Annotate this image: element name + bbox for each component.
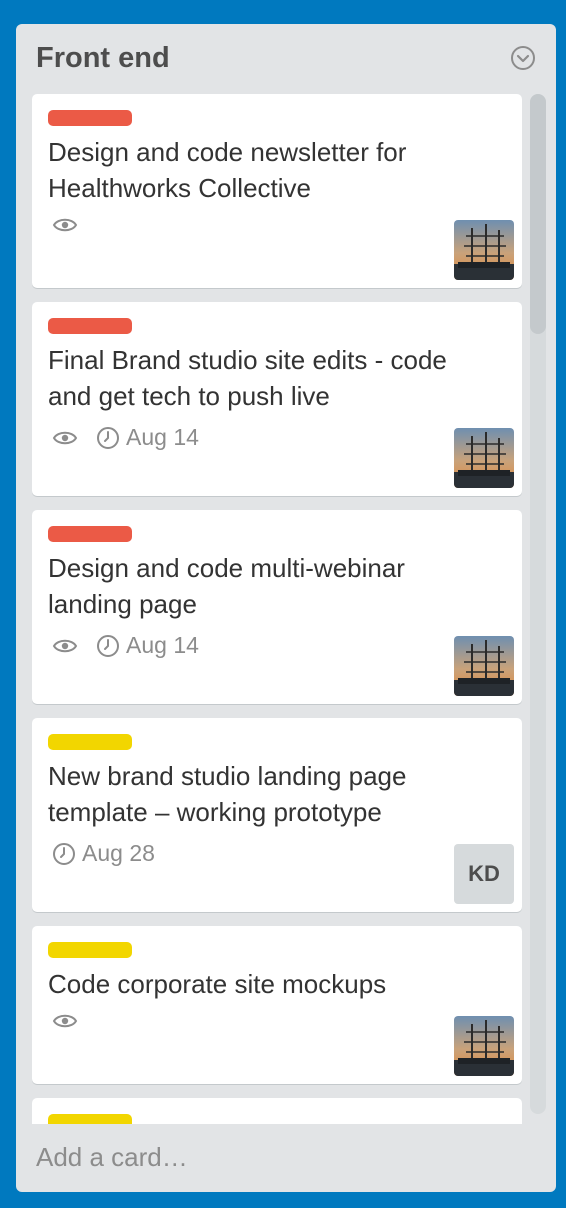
card-badges: Aug 14: [52, 424, 217, 451]
card[interactable]: New brand studio landing page template – …: [32, 718, 522, 912]
card[interactable]: Design and code newsletter for Healthwork…: [32, 94, 522, 288]
card-title-line: Healthworks Collective: [48, 173, 311, 203]
card-title-line: Design and code multi-webinar: [48, 553, 405, 583]
card-badges: [52, 1012, 96, 1030]
card-title-line: and get tech to push live: [48, 381, 330, 411]
card[interactable]: Final Brand studio site edits - code and …: [32, 302, 522, 496]
card-label: [48, 526, 132, 542]
card-title-line: New brand studio landing page: [48, 761, 407, 791]
card-title: Design and code multi-webinar landing pag…: [48, 550, 478, 622]
member-avatar[interactable]: KD: [454, 844, 514, 904]
card-title-line: landing page: [48, 589, 197, 619]
eye-icon: [52, 216, 78, 234]
due-date-badge: Aug 14: [96, 424, 199, 451]
card-label: [48, 1114, 132, 1124]
card[interactable]: [32, 1098, 522, 1124]
clock-icon: [96, 634, 120, 658]
list-front-end: Front end Design and code newsletter for…: [16, 24, 556, 1192]
clock-icon: [52, 842, 76, 866]
eye-icon: [52, 637, 78, 655]
eye-icon: [52, 429, 78, 447]
card-badges: Aug 14: [52, 632, 217, 659]
due-date-text: Aug 28: [82, 840, 155, 866]
card-title-line: Code corporate site mockups: [48, 969, 387, 999]
due-date-badge: Aug 14: [96, 632, 199, 659]
card-label: [48, 318, 132, 334]
card-title: Design and code newsletter for Healthwork…: [48, 134, 478, 206]
due-date-text: Aug 14: [126, 424, 199, 450]
card-title: Code corporate site mockups: [48, 966, 478, 1002]
eye-icon: [52, 1012, 78, 1030]
card-title: New brand studio landing page template – …: [48, 758, 478, 830]
card-title-line: Final Brand studio site edits - code: [48, 345, 447, 375]
card-label: [48, 734, 132, 750]
due-date-badge: Aug 28: [52, 840, 155, 867]
list-title[interactable]: Front end: [36, 42, 170, 75]
clock-icon: [96, 426, 120, 450]
card-title-line: template – working prototype: [48, 797, 382, 827]
scrollbar[interactable]: [530, 94, 546, 1114]
card[interactable]: Code corporate site mockups: [32, 926, 522, 1084]
list-header: Front end: [16, 24, 556, 94]
card-title-line: Design and code newsletter for: [48, 137, 407, 167]
card-label: [48, 110, 132, 126]
card[interactable]: Design and code multi-webinar landing pag…: [32, 510, 522, 704]
member-avatar[interactable]: [454, 220, 514, 280]
card-label: [48, 942, 132, 958]
chevron-down-circle-icon[interactable]: [510, 45, 536, 71]
cards-container: Design and code newsletter for Healthwork…: [32, 94, 524, 1124]
member-avatar[interactable]: [454, 428, 514, 488]
add-card-button[interactable]: Add a card…: [36, 1142, 188, 1173]
scrollbar-thumb[interactable]: [530, 94, 546, 334]
card-badges: [52, 216, 96, 234]
member-avatar[interactable]: [454, 1016, 514, 1076]
due-date-text: Aug 14: [126, 632, 199, 658]
card-badges: Aug 28: [52, 840, 173, 867]
member-avatar[interactable]: [454, 636, 514, 696]
card-title: Final Brand studio site edits - code and …: [48, 342, 478, 414]
